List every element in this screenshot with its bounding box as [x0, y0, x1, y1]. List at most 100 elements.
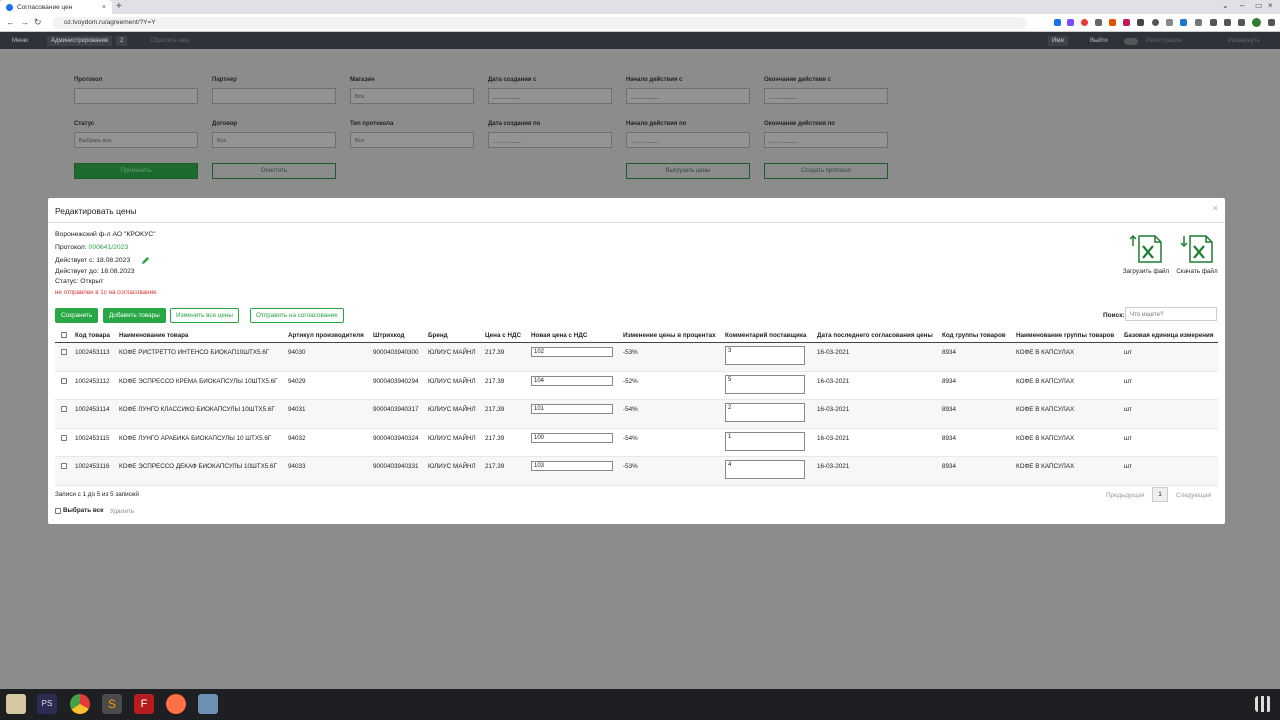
col-header[interactable]: Цена с НДС: [485, 332, 521, 339]
comment-textarea[interactable]: 3: [725, 346, 805, 365]
reload-icon[interactable]: ↻: [34, 17, 42, 28]
col-header[interactable]: Код группы товаров: [942, 332, 1006, 339]
tab-search-icon[interactable]: ⌄: [1222, 1, 1229, 10]
chrome-icon[interactable]: [70, 694, 90, 714]
close-icon[interactable]: ×: [1213, 203, 1218, 213]
profile-avatar[interactable]: [1252, 18, 1261, 27]
col-header[interactable]: Комментарий поставщика: [725, 332, 807, 339]
forward-icon[interactable]: →: [20, 17, 29, 27]
extension-icon[interactable]: [1067, 19, 1074, 26]
col-header[interactable]: Дата последнего согласования цены: [817, 332, 933, 339]
pagination-page[interactable]: 1: [1152, 487, 1168, 502]
extension-icon[interactable]: [1081, 19, 1088, 26]
extension-icon[interactable]: [1109, 19, 1116, 26]
col-header[interactable]: Штрихкод: [373, 332, 404, 339]
new-price-input[interactable]: 102: [531, 347, 613, 357]
extension-icon[interactable]: [1095, 19, 1102, 26]
created-to-input[interactable]: __.__.____: [488, 132, 612, 148]
new-price-input[interactable]: 103: [531, 461, 613, 471]
send-approval-button[interactable]: Отправить на согласование: [250, 308, 344, 323]
menu-button[interactable]: Меню: [8, 36, 32, 46]
row-checkbox[interactable]: [61, 406, 67, 412]
upload-file-button[interactable]: Загрузить файл: [1121, 234, 1171, 275]
admin-button[interactable]: Администрирование: [47, 36, 113, 46]
filezilla-icon[interactable]: F: [134, 694, 154, 714]
file-manager-icon[interactable]: [6, 694, 26, 714]
registry-link[interactable]: Регистрация: [1142, 36, 1185, 46]
new-price-input[interactable]: 101: [531, 404, 613, 414]
firefox-icon[interactable]: [166, 694, 186, 714]
extension-icon[interactable]: [1210, 19, 1217, 26]
add-goods-button[interactable]: Добавить товары: [103, 308, 166, 323]
col-header[interactable]: Артикул производителя: [288, 332, 364, 339]
window-close-button[interactable]: ×: [1268, 1, 1273, 10]
comment-textarea[interactable]: 1: [725, 431, 805, 451]
comment-textarea[interactable]: 2: [725, 403, 805, 422]
comment-textarea[interactable]: 4: [725, 460, 805, 479]
toggle-switch[interactable]: [1124, 38, 1138, 45]
change-all-prices-button[interactable]: Изменить все цены: [170, 308, 239, 323]
minimize-button[interactable]: –: [1240, 1, 1244, 10]
contract-select[interactable]: Все: [212, 132, 336, 148]
select-all-label[interactable]: Выбрать все: [63, 507, 104, 514]
comment-textarea[interactable]: 5: [725, 374, 805, 394]
back-icon[interactable]: ←: [6, 17, 15, 27]
delete-button[interactable]: Удалить: [110, 508, 134, 515]
expand-link[interactable]: Развернуть: [1224, 36, 1264, 46]
clear-button[interactable]: Очистить: [212, 163, 336, 179]
col-header[interactable]: Новая цена с НДС: [531, 332, 587, 339]
col-header[interactable]: Наименование группы товаров: [1016, 332, 1114, 339]
app-icon[interactable]: [198, 694, 218, 714]
browser-tab[interactable]: Согласование цен ×: [0, 0, 112, 14]
partner-input[interactable]: [212, 88, 336, 104]
created-from-input[interactable]: __.__.____: [488, 88, 612, 104]
sidebar-icon[interactable]: [1238, 19, 1245, 26]
col-header[interactable]: Бренд: [428, 332, 448, 339]
pencil-icon[interactable]: [141, 256, 150, 265]
pagination-next[interactable]: Следующая: [1176, 492, 1211, 499]
new-price-input[interactable]: 100: [531, 432, 613, 443]
extension-icon[interactable]: [1123, 19, 1130, 26]
extension-icon[interactable]: [1152, 19, 1159, 26]
extension-icon[interactable]: [1054, 19, 1061, 26]
address-bar[interactable]: oz.tvoydom.ru/agreement/?Y=Y: [52, 17, 1027, 29]
select-all-control[interactable]: Выбрать все: [55, 507, 104, 514]
search-input[interactable]: [1125, 307, 1217, 321]
start-to-input[interactable]: __.__.____: [626, 132, 750, 148]
status-select[interactable]: Выбрать все: [74, 132, 198, 148]
row-checkbox[interactable]: [61, 463, 67, 469]
start-from-input[interactable]: __.__.____: [626, 88, 750, 104]
sublime-icon[interactable]: S: [102, 694, 122, 714]
menu-dots-icon[interactable]: [1268, 19, 1275, 26]
puzzle-icon[interactable]: [1224, 19, 1231, 26]
col-header[interactable]: Базовая единица измерения: [1124, 332, 1214, 339]
row-checkbox[interactable]: [61, 349, 67, 355]
user-button[interactable]: Имя: [1048, 36, 1068, 46]
export-prices-button[interactable]: Выгрузить цены: [626, 163, 750, 179]
protocol-input[interactable]: [74, 88, 198, 104]
row-checkbox[interactable]: [61, 377, 67, 384]
row-checkbox[interactable]: [61, 434, 67, 441]
end-from-input[interactable]: __.__.____: [764, 88, 888, 104]
shops-select[interactable]: Все: [350, 88, 474, 104]
app-grid-icon[interactable]: [1255, 696, 1271, 712]
col-header[interactable]: Код товара: [75, 332, 110, 339]
create-protocol-button[interactable]: Создать протокол: [764, 163, 888, 179]
protocol-type-select[interactable]: Все: [350, 132, 474, 148]
pagination-prev[interactable]: Предыдущая: [1106, 492, 1145, 499]
extension-icon[interactable]: [1137, 19, 1144, 26]
extension-icon[interactable]: [1180, 19, 1187, 26]
col-header[interactable]: Изменение цены в процентах: [623, 332, 716, 339]
new-price-input[interactable]: 104: [531, 375, 613, 386]
reset-cache-button[interactable]: Сбросить кеш: [146, 36, 193, 46]
save-button[interactable]: Сохранить: [55, 308, 99, 323]
extension-icon[interactable]: [1166, 19, 1173, 26]
tab-close-icon[interactable]: ×: [102, 4, 106, 11]
end-to-input[interactable]: __.__.____: [764, 132, 888, 148]
logout-button[interactable]: Выйти: [1086, 36, 1112, 46]
new-tab-button[interactable]: +: [116, 1, 122, 12]
notification-counter[interactable]: 2: [116, 36, 128, 46]
col-header[interactable]: Наименование товара: [119, 332, 188, 339]
extension-icon[interactable]: [1195, 19, 1202, 26]
select-all-header-checkbox[interactable]: [61, 332, 67, 338]
